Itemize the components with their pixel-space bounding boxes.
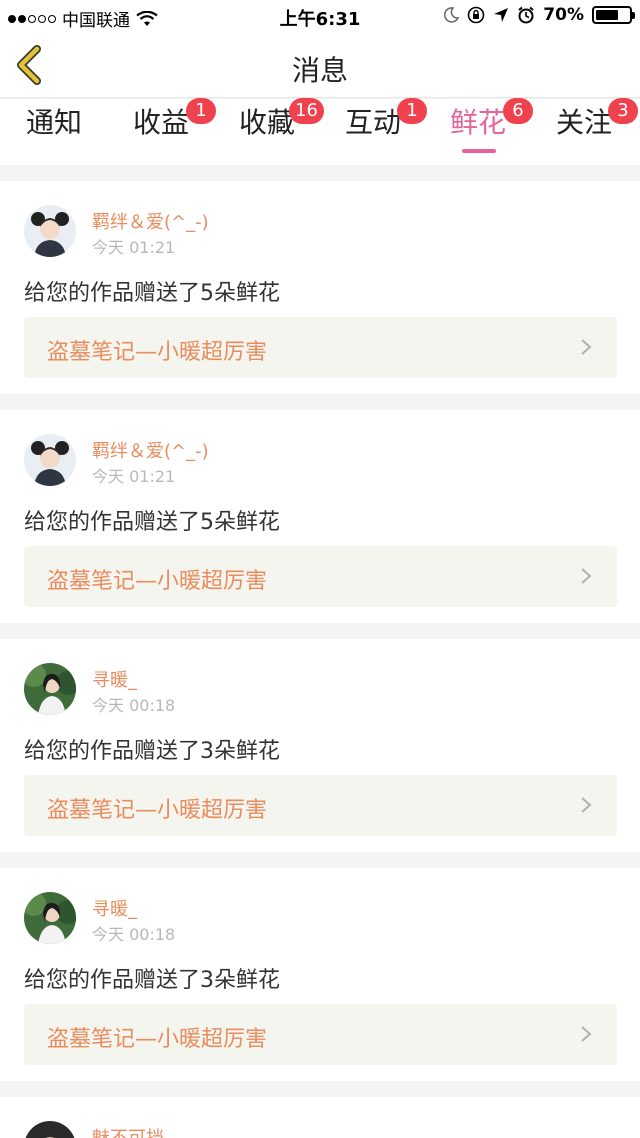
sender-name[interactable]: 羁绊＆爱(^_-) bbox=[92, 208, 209, 234]
tab-label: 鲜花 bbox=[450, 106, 507, 139]
rotation-lock-icon bbox=[467, 6, 485, 24]
work-title: 盗墓笔记—小暖超厉害 bbox=[47, 1027, 268, 1052]
battery-percent: 70% bbox=[543, 5, 584, 25]
nav-header: 消息 bbox=[0, 32, 640, 98]
work-link[interactable]: 盗墓笔记—小暖超厉害 bbox=[24, 1004, 617, 1065]
battery-level-fill bbox=[596, 10, 619, 20]
sender-name[interactable]: 寻暖_ bbox=[92, 666, 137, 692]
work-link[interactable]: 盗墓笔记—小暖超厉害 bbox=[24, 775, 617, 836]
battery-icon bbox=[592, 6, 635, 24]
tab-flowers[interactable]: 鲜花 6 bbox=[450, 98, 533, 159]
message-tabs: 通知 收益 1 收藏 16 互动 1 鲜花 6 关注 3 bbox=[0, 98, 640, 165]
active-tab-indicator bbox=[462, 149, 496, 153]
chevron-right-icon bbox=[581, 568, 592, 584]
tab-label: 关注 bbox=[556, 106, 613, 139]
message-time: 今天 01:21 bbox=[92, 467, 176, 486]
unread-badge: 6 bbox=[503, 98, 533, 124]
moon-icon bbox=[444, 7, 460, 23]
work-title: 盗墓笔记—小暖超厉害 bbox=[47, 798, 268, 823]
tab-label: 通知 bbox=[26, 106, 83, 139]
message-text: 给您的作品赠送了5朵鲜花 bbox=[24, 281, 280, 306]
chevron-right-icon bbox=[581, 339, 592, 355]
message-card: 魅不可挡 bbox=[0, 1097, 640, 1138]
sender-name[interactable]: 魅不可挡 bbox=[92, 1124, 164, 1138]
message-card: 羁绊＆爱(^_-) 今天 01:21 给您的作品赠送了5朵鲜花 盗墓笔记—小暖超… bbox=[0, 181, 640, 394]
work-title: 盗墓笔记—小暖超厉害 bbox=[47, 340, 268, 365]
message-text: 给您的作品赠送了5朵鲜花 bbox=[24, 510, 280, 535]
tab-interactions[interactable]: 互动 1 bbox=[345, 98, 427, 159]
avatar[interactable] bbox=[24, 892, 76, 944]
avatar[interactable] bbox=[24, 205, 76, 257]
avatar[interactable] bbox=[24, 434, 76, 486]
message-text: 给您的作品赠送了3朵鲜花 bbox=[24, 739, 280, 764]
status-right: 70% bbox=[443, 5, 635, 25]
unread-badge: 1 bbox=[186, 98, 216, 124]
message-card: 羁绊＆爱(^_-) 今天 01:21 给您的作品赠送了5朵鲜花 盗墓笔记—小暖超… bbox=[0, 410, 640, 623]
work-link[interactable]: 盗墓笔记—小暖超厉害 bbox=[24, 317, 617, 378]
tab-label: 收藏 bbox=[239, 106, 296, 139]
message-text: 给您的作品赠送了3朵鲜花 bbox=[24, 968, 280, 993]
tab-earnings[interactable]: 收益 1 bbox=[133, 98, 216, 159]
avatar[interactable] bbox=[24, 663, 76, 715]
unread-badge: 1 bbox=[397, 98, 427, 124]
tab-following[interactable]: 关注 3 bbox=[556, 98, 638, 159]
work-title: 盗墓笔记—小暖超厉害 bbox=[47, 569, 268, 594]
tab-favorites[interactable]: 收藏 16 bbox=[239, 98, 324, 159]
location-arrow-icon bbox=[494, 8, 509, 22]
status-bar: 中国联通 上午6:31 70% bbox=[0, 0, 640, 32]
unread-badge: 16 bbox=[289, 98, 324, 124]
chevron-right-icon bbox=[581, 1026, 592, 1042]
tab-label: 收益 bbox=[133, 106, 190, 139]
avatar[interactable] bbox=[24, 1121, 76, 1138]
tab-label: 互动 bbox=[345, 106, 402, 139]
message-card: 寻暖_ 今天 00:18 给您的作品赠送了3朵鲜花 盗墓笔记—小暖超厉害 bbox=[0, 639, 640, 852]
sender-name[interactable]: 羁绊＆爱(^_-) bbox=[92, 437, 209, 463]
chevron-right-icon bbox=[581, 797, 592, 813]
page-title: 消息 bbox=[291, 54, 348, 87]
message-card: 寻暖_ 今天 00:18 给您的作品赠送了3朵鲜花 盗墓笔记—小暖超厉害 bbox=[0, 868, 640, 1081]
message-time: 今天 00:18 bbox=[92, 696, 176, 715]
message-time: 今天 01:21 bbox=[92, 238, 176, 257]
sender-name[interactable]: 寻暖_ bbox=[92, 895, 137, 921]
unread-badge: 3 bbox=[608, 98, 638, 124]
alarm-icon bbox=[518, 6, 534, 24]
message-time: 今天 00:18 bbox=[92, 925, 176, 944]
work-link[interactable]: 盗墓笔记—小暖超厉害 bbox=[24, 546, 617, 607]
tab-notifications[interactable]: 通知 bbox=[26, 105, 82, 159]
